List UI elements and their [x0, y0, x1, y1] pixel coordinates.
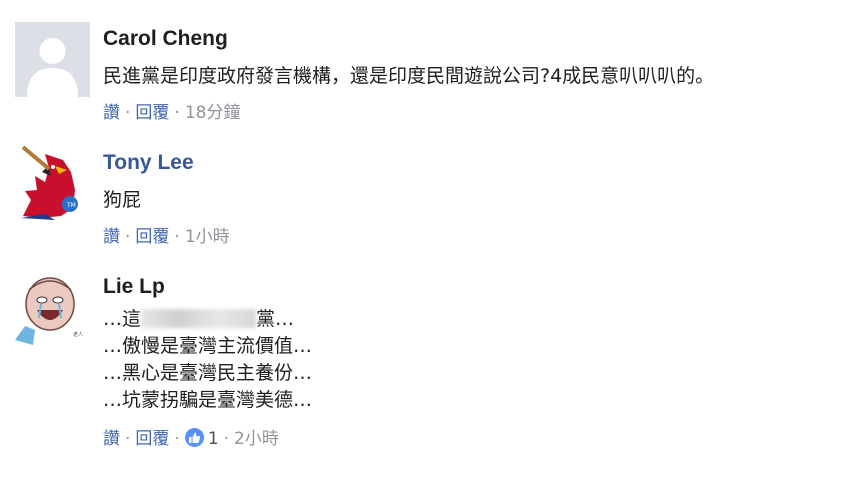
comment-text: …傲慢是臺灣主流價值…	[103, 335, 313, 357]
avatar-crying-face[interactable]: 老人	[15, 270, 90, 345]
comment-text-redacted-line: …這 黨…	[103, 306, 857, 333]
separator: ·	[174, 227, 180, 247]
comment-text-fragment: …這	[103, 308, 142, 330]
comment-actions: 讚 · 回覆 · 1小時	[103, 225, 857, 249]
comment-text: …坑蒙拐騙是臺灣美德…	[103, 389, 313, 411]
comment-text-fragment: 黨…	[256, 308, 295, 330]
timestamp[interactable]: 1小時	[185, 227, 230, 247]
separator: ·	[125, 429, 131, 449]
separator: ·	[174, 103, 180, 123]
timestamp[interactable]: 18分鐘	[185, 103, 241, 123]
reply-link[interactable]: 回覆	[135, 429, 169, 449]
avatar-default[interactable]	[15, 22, 90, 97]
commenter-name[interactable]: Carol Cheng	[103, 26, 228, 52]
svg-text:老人: 老人	[73, 331, 83, 338]
separator: ·	[174, 429, 180, 449]
commenter-name[interactable]: Tony Lee	[103, 150, 194, 176]
cardinal-mascot-icon: TM	[15, 146, 90, 221]
like-link[interactable]: 讚	[103, 103, 120, 123]
commenter-name[interactable]: Lie Lp	[103, 274, 165, 300]
pixelated-redaction	[141, 309, 257, 328]
reply-link[interactable]: 回覆	[135, 103, 169, 123]
separator: ·	[125, 227, 131, 247]
like-link[interactable]: 讚	[103, 429, 120, 449]
thumbs-up-icon[interactable]	[184, 428, 204, 447]
svg-text:TM: TM	[66, 202, 76, 209]
crying-old-man-icon: 老人	[15, 270, 90, 345]
reaction-count[interactable]: 1	[208, 429, 219, 449]
like-link[interactable]: 讚	[103, 227, 120, 247]
comment-actions: 讚 · 回覆 · 18分鐘	[103, 101, 857, 125]
separator: ·	[223, 429, 230, 449]
comment-text: 民進黨是印度政府發言機構，還是印度民間遊說公司?4成民意叭叭叭的。	[103, 65, 715, 87]
separator: ·	[125, 103, 131, 123]
reply-link[interactable]: 回覆	[135, 227, 169, 247]
comment-actions: 讚 · 回覆 · 1 · 2小時	[103, 427, 857, 451]
avatar-cardinal[interactable]: TM	[15, 146, 90, 221]
comment-text: 狗屁	[103, 189, 142, 211]
comment-text: …黑心是臺灣民主養份…	[103, 362, 313, 384]
default-user-icon	[27, 38, 78, 97]
timestamp[interactable]: 2小時	[234, 429, 279, 449]
